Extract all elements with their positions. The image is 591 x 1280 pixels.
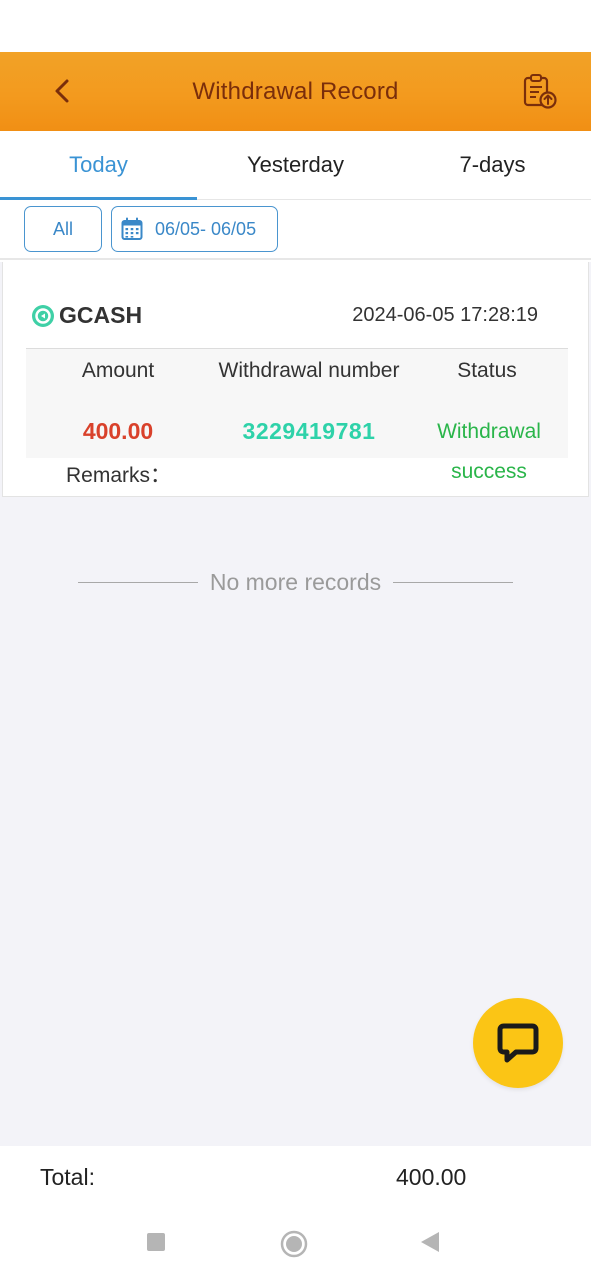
filter-bar: All 06/05- 06/05 xyxy=(0,200,591,260)
filter-all-button[interactable]: All xyxy=(24,206,102,252)
payment-method: GCASH xyxy=(31,302,142,329)
status-line-1: Withdrawal xyxy=(437,420,541,443)
total-value: 400.00 xyxy=(396,1163,467,1190)
square-icon xyxy=(147,1233,165,1251)
records-area: GCASH 2024-06-05 17:28:19 Amount Withdra… xyxy=(0,262,591,1146)
clipboard-upload-icon xyxy=(523,74,557,109)
date-range-button[interactable]: 06/05- 06/05 xyxy=(111,206,278,252)
divider-right xyxy=(393,581,514,583)
remarks-label: Remarks： xyxy=(66,464,172,487)
app-header: Withdrawal Record xyxy=(0,52,591,131)
chevron-left-icon xyxy=(55,79,69,103)
payment-method-name: GCASH xyxy=(59,302,143,328)
page-title: Withdrawal Record xyxy=(192,77,399,105)
divider-left xyxy=(77,581,198,583)
calendar-icon xyxy=(121,217,143,240)
amount-header: Amount xyxy=(81,359,155,382)
no-more-records-text: No more records xyxy=(209,568,382,595)
status-line-2: success xyxy=(451,460,527,483)
home-button[interactable] xyxy=(280,1230,308,1258)
total-label: Total: xyxy=(40,1163,95,1190)
status-value: Withdrawal success xyxy=(422,412,556,492)
total-bar: Total: 400.00 xyxy=(0,1146,591,1208)
tab-7-days[interactable]: 7-days xyxy=(394,131,591,199)
export-button[interactable] xyxy=(519,70,561,112)
chat-bubble-icon xyxy=(497,1023,539,1063)
system-nav-bar xyxy=(0,1208,591,1280)
date-tabs: Today Yesterday 7-days xyxy=(0,131,591,200)
record-datetime: 2024-06-05 17:28:19 xyxy=(352,304,538,326)
tab-yesterday[interactable]: Yesterday xyxy=(197,131,394,199)
withdrawal-number-value: 3229419781 xyxy=(242,418,376,444)
withdrawal-record-card[interactable]: GCASH 2024-06-05 17:28:19 Amount Withdra… xyxy=(2,262,589,497)
recent-apps-button[interactable] xyxy=(146,1232,166,1252)
no-more-records: No more records xyxy=(0,567,591,597)
amount-value: 400.00 xyxy=(82,418,154,444)
status-bar xyxy=(0,0,591,52)
record-header: GCASH 2024-06-05 17:28:19 xyxy=(31,302,538,329)
back-nav-button[interactable] xyxy=(420,1232,440,1252)
triangle-back-icon xyxy=(421,1232,439,1252)
circle-icon xyxy=(280,1230,308,1258)
back-button[interactable] xyxy=(44,72,80,110)
tab-today[interactable]: Today xyxy=(0,131,197,200)
withdrawal-number-header: Withdrawal number xyxy=(218,359,400,382)
status-header: Status xyxy=(457,359,517,382)
date-range-text: 06/05- 06/05 xyxy=(155,218,257,239)
chat-support-button[interactable] xyxy=(473,998,563,1088)
gcash-logo-icon xyxy=(32,304,54,327)
